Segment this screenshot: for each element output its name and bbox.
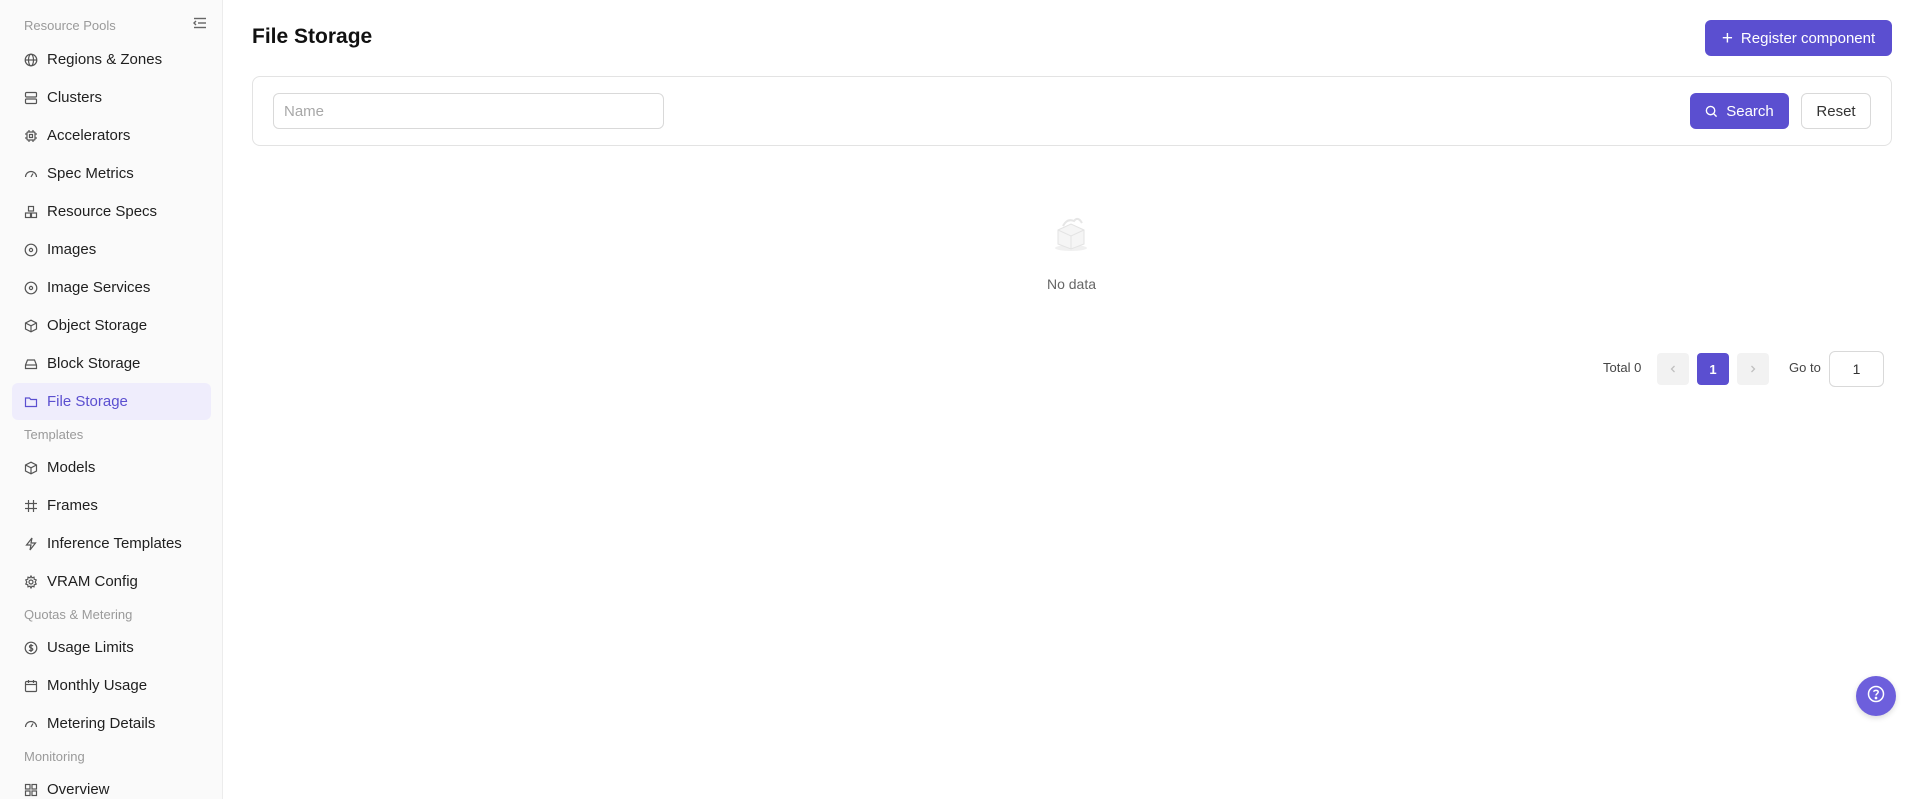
collapse-menu-icon[interactable] [192, 15, 208, 31]
next-page-button[interactable] [1737, 353, 1769, 385]
disc-icon [24, 281, 38, 295]
sidebar-item-label: Monthly Usage [47, 677, 148, 694]
sidebar-item-label: Clusters [47, 89, 103, 106]
sidebar-item-label: Accelerators [47, 127, 131, 144]
sidebar: Resource Pools Regions & Zones Clusters … [0, 0, 223, 799]
lightning-icon [24, 537, 38, 551]
sidebar-item-vram-config[interactable]: VRAM Config [12, 563, 211, 600]
sidebar-item-file-storage[interactable]: File Storage [12, 383, 211, 420]
sidebar-item-label: Frames [47, 497, 98, 514]
sidebar-item-label: Overview [47, 781, 110, 798]
sidebar-item-regions-zones[interactable]: Regions & Zones [12, 41, 211, 78]
gauge-icon [24, 167, 38, 181]
sidebar-item-frames[interactable]: Frames [12, 487, 211, 524]
group-label-templates: Templates [24, 427, 84, 442]
sidebar-item-overview[interactable]: Overview [12, 771, 211, 799]
sidebar-item-label: Usage Limits [47, 639, 134, 656]
empty-box-icon [1050, 212, 1092, 254]
hash-icon [24, 499, 38, 513]
sidebar-item-accelerators[interactable]: Accelerators [12, 117, 211, 154]
sidebar-item-label: Models [47, 459, 96, 476]
sidebar-item-label: VRAM Config [47, 573, 138, 590]
chevron-right-icon [1748, 362, 1758, 377]
name-input[interactable] [273, 93, 664, 129]
sidebar-item-usage-limits[interactable]: Usage Limits [12, 629, 211, 666]
sidebar-item-block-storage[interactable]: Block Storage [12, 345, 211, 382]
plus-icon: + [1721, 27, 1733, 49]
group-label-resource-pools: Resource Pools [24, 18, 116, 33]
goto-page-input[interactable] [1829, 351, 1884, 387]
chevron-left-icon [1668, 362, 1678, 377]
previous-page-button[interactable] [1657, 353, 1689, 385]
hard-drive-icon [24, 357, 38, 371]
register-component-label: Register component [1740, 29, 1876, 47]
question-circle-icon [1866, 684, 1886, 709]
register-component-button[interactable]: + Register component [1705, 20, 1892, 56]
sidebar-item-resource-specs[interactable]: Resource Specs [12, 193, 211, 230]
group-label-monitoring: Monitoring [24, 749, 85, 764]
sidebar-item-models[interactable]: Models [12, 449, 211, 486]
calendar-icon [24, 679, 38, 693]
sidebar-item-label: Object Storage [47, 317, 148, 334]
sidebar-item-inference-templates[interactable]: Inference Templates [12, 525, 211, 562]
disc-icon [24, 243, 38, 257]
search-label: Search [1726, 102, 1774, 120]
sidebar-item-label: Images [47, 241, 97, 258]
goto-label: Go to [1789, 360, 1821, 375]
sidebar-item-monthly-usage[interactable]: Monthly Usage [12, 667, 211, 704]
sidebar-item-image-services[interactable]: Image Services [12, 269, 211, 306]
empty-state-text: No data [1046, 276, 1097, 292]
help-button[interactable] [1856, 676, 1896, 716]
search-icon [1705, 105, 1718, 118]
sidebar-item-label: Spec Metrics [47, 165, 134, 182]
gauge-icon [24, 717, 38, 731]
page-title: File Storage [252, 25, 373, 48]
reset-button[interactable]: Reset [1801, 93, 1871, 129]
sidebar-item-label: File Storage [47, 393, 128, 410]
sidebar-item-label: Resource Specs [47, 203, 158, 220]
coin-icon [24, 641, 38, 655]
page-number-current[interactable]: 1 [1697, 353, 1729, 385]
package-icon [24, 461, 38, 475]
boxes-icon [24, 205, 38, 219]
sidebar-item-label: Block Storage [47, 355, 141, 372]
filter-card: Search Reset [252, 76, 1892, 146]
search-button[interactable]: Search [1690, 93, 1789, 129]
package-icon [24, 319, 38, 333]
server-icon [24, 91, 38, 105]
group-label-quotas-metering: Quotas & Metering [24, 607, 133, 622]
globe-icon [24, 53, 38, 67]
sidebar-item-images[interactable]: Images [12, 231, 211, 268]
folder-icon [24, 395, 38, 409]
chip-icon [24, 129, 38, 143]
gear-icon [24, 574, 38, 589]
sidebar-item-object-storage[interactable]: Object Storage [12, 307, 211, 344]
sidebar-item-clusters[interactable]: Clusters [12, 79, 211, 116]
grid-icon [24, 783, 38, 797]
sidebar-item-label: Inference Templates [47, 535, 182, 552]
pagination-total: Total 0 [1603, 360, 1642, 375]
sidebar-item-spec-metrics[interactable]: Spec Metrics [12, 155, 211, 192]
sidebar-item-label: Image Services [47, 279, 151, 296]
sidebar-item-metering-details[interactable]: Metering Details [12, 705, 211, 742]
sidebar-item-label: Regions & Zones [47, 51, 163, 68]
sidebar-item-label: Metering Details [47, 715, 156, 732]
